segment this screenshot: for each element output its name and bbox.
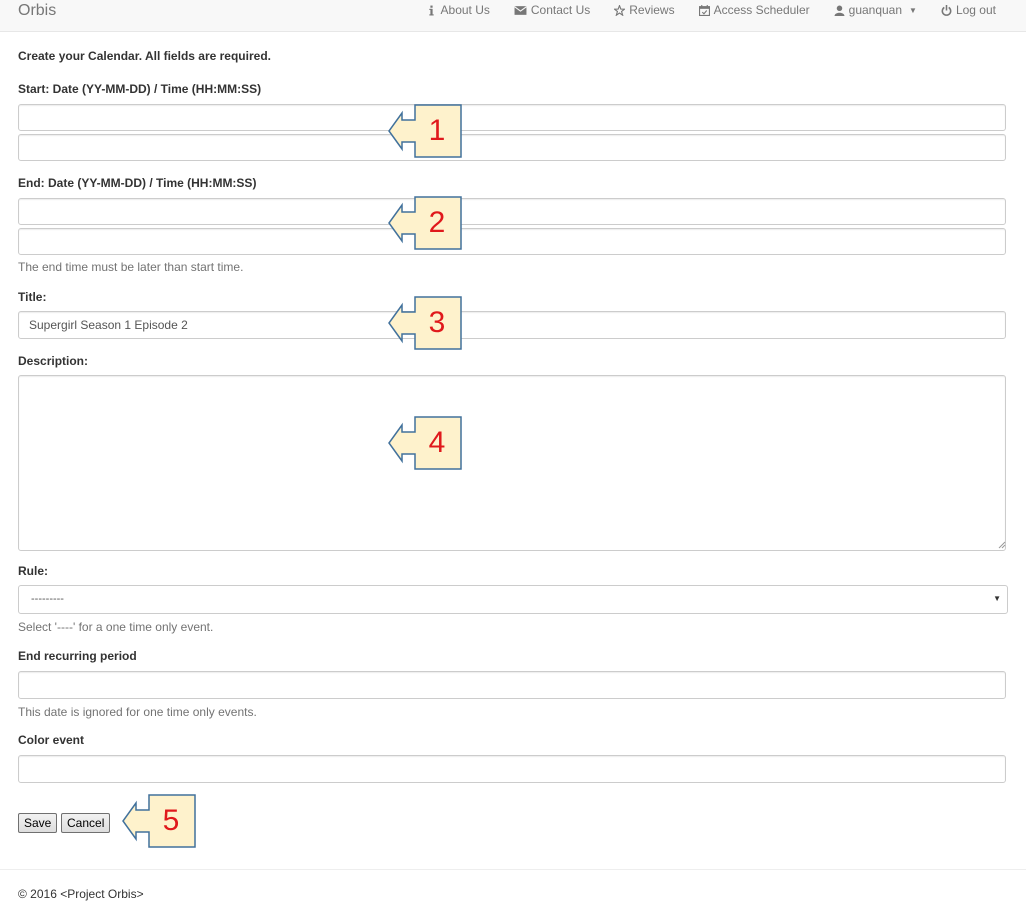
select-arrow-icon: ▼ <box>993 594 1001 603</box>
nav-reviews[interactable]: Reviews <box>614 3 675 17</box>
star-icon <box>614 4 626 16</box>
form-heading: Create your Calendar. All fields are req… <box>18 49 271 63</box>
nav-access-scheduler-label: Access Scheduler <box>713 3 810 17</box>
start-time-input[interactable] <box>18 134 1006 161</box>
end-time-input[interactable] <box>18 228 1006 255</box>
nav-access-scheduler[interactable]: Access Scheduler <box>698 3 810 17</box>
save-button[interactable]: Save <box>18 813 58 833</box>
callout-4: 4 <box>388 416 468 470</box>
callout-3: 3 <box>388 296 468 350</box>
end-date-input[interactable] <box>18 198 1006 225</box>
callout-1-number: 1 <box>428 114 446 147</box>
rule-select[interactable]: --------- ▼ <box>18 585 1008 614</box>
title-input[interactable] <box>18 311 1006 339</box>
brand-logo[interactable]: Orbis <box>18 2 56 20</box>
callout-2-number: 2 <box>428 206 446 239</box>
description-textarea[interactable] <box>18 375 1006 551</box>
callout-4-number: 4 <box>428 426 446 459</box>
nav-log-out[interactable]: Log out <box>941 3 996 17</box>
nav-contact-us-label: Contact Us <box>530 3 591 17</box>
end-recurring-help: This date is ignored for one time only e… <box>18 705 257 719</box>
envelope-icon <box>514 5 527 15</box>
nav-user-menu[interactable]: guanquan ▼ <box>834 3 917 17</box>
rule-label: Rule: <box>18 564 48 578</box>
start-label: Start: Date (YY-MM-DD) / Time (HH:MM:SS) <box>18 82 262 96</box>
title-label: Title: <box>18 290 47 304</box>
nav-contact-us[interactable]: Contact Us <box>514 3 590 17</box>
end-recurring-label: End recurring period <box>18 649 137 663</box>
cancel-button[interactable]: Cancel <box>61 813 111 833</box>
start-date-input[interactable] <box>18 104 1006 131</box>
power-icon <box>941 4 952 16</box>
calendar-icon <box>698 4 710 16</box>
footer-copyright: © 2016 <Project Orbis> <box>18 887 144 901</box>
footer-divider <box>0 869 1026 870</box>
color-label: Color event <box>18 733 85 747</box>
callout-1: 1 <box>388 104 468 158</box>
description-label: Description: <box>18 354 89 368</box>
end-time-help: The end time must be later than start ti… <box>18 260 244 274</box>
nav-user-label: guanquan <box>848 3 903 17</box>
caret-down-icon: ▼ <box>909 5 917 15</box>
nav-links: About Us Contact Us Reviews Access Sched… <box>426 3 996 17</box>
callout-5-number: 5 <box>162 804 180 837</box>
callout-5: 5 <box>122 794 202 848</box>
rule-select-value: --------- <box>31 593 64 605</box>
rule-help: Select '----' for a one time only event. <box>18 620 214 634</box>
nav-reviews-label: Reviews <box>629 3 675 17</box>
end-recurring-input[interactable] <box>18 671 1006 699</box>
user-icon <box>834 5 845 16</box>
info-icon <box>428 5 434 15</box>
color-input[interactable] <box>18 755 1006 783</box>
resize-grip-icon[interactable] <box>998 541 1006 549</box>
nav-log-out-label: Log out <box>955 3 996 17</box>
callout-2: 2 <box>388 196 468 250</box>
nav-about-us[interactable]: About Us <box>426 3 490 17</box>
callout-3-number: 3 <box>428 306 446 339</box>
nav-about-us-label: About Us <box>440 3 490 17</box>
end-label: End: Date (YY-MM-DD) / Time (HH:MM:SS) <box>18 176 257 190</box>
top-navbar: Orbis About Us Contact Us Reviews Access… <box>0 0 1026 32</box>
